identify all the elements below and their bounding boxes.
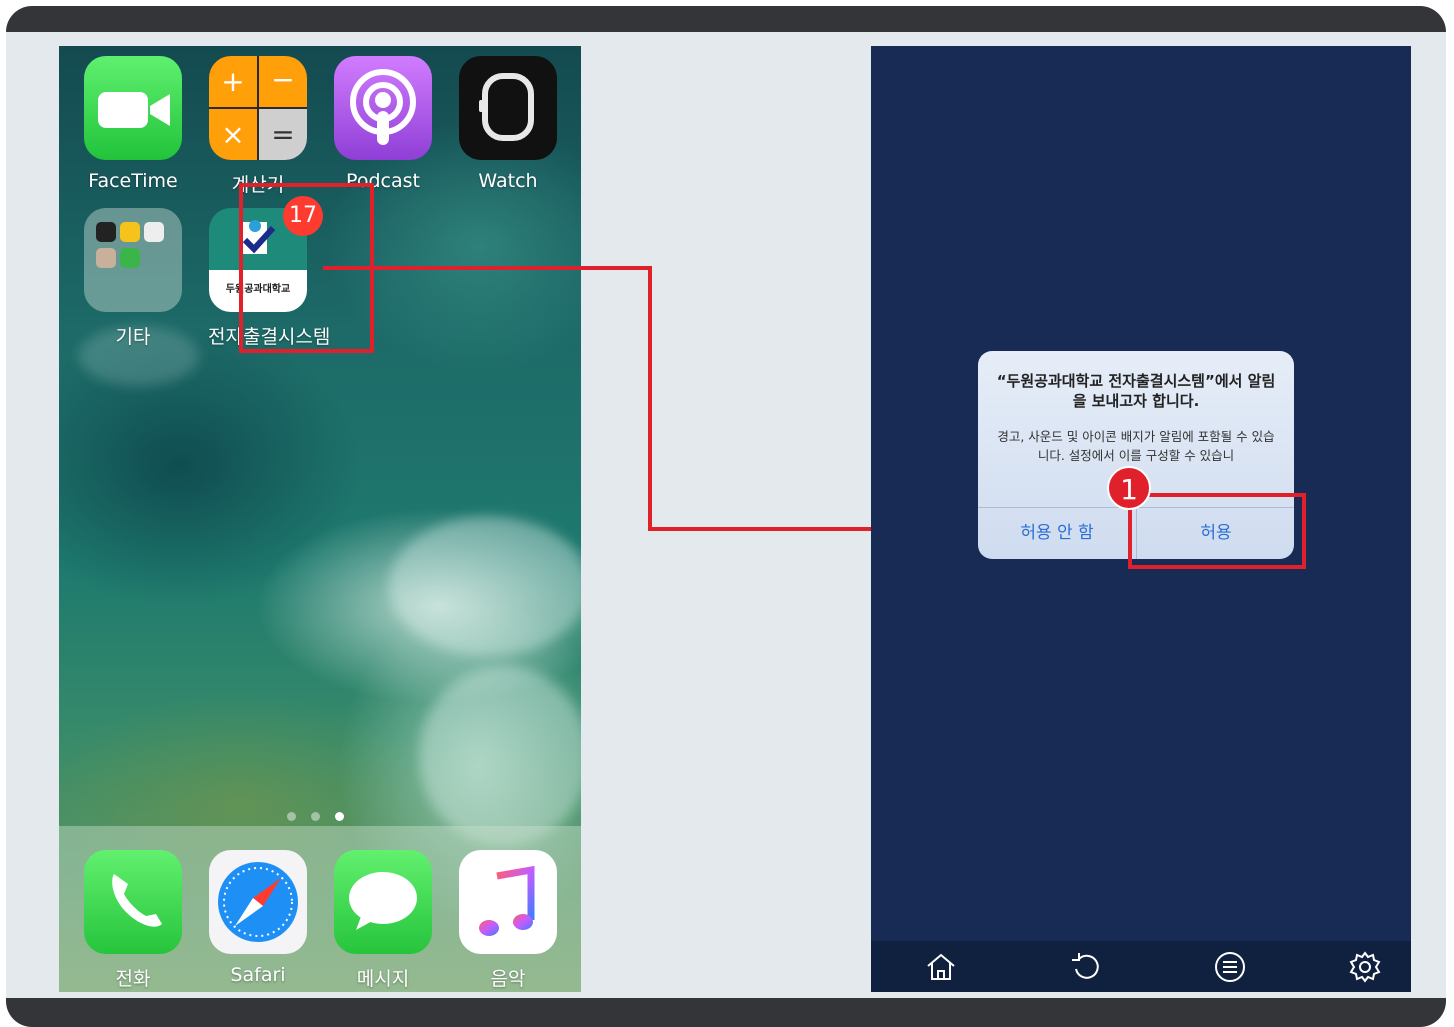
svg-text:−: −: [271, 63, 294, 96]
home-icon[interactable]: [923, 949, 959, 985]
folder-icon: [84, 208, 182, 312]
menu-icon[interactable]: [1212, 949, 1248, 985]
app-calculator[interactable]: + − × = 계산기: [208, 56, 308, 197]
step-number-badge: 1: [1107, 466, 1151, 510]
app-label: 음악: [490, 968, 526, 990]
page-indicator[interactable]: [287, 806, 359, 825]
dialog-message: 경고, 사운드 및 아이콘 배지가 알림에 포함될 수 있습니다. 설정에서 이…: [997, 429, 1275, 463]
page-dot: [311, 812, 320, 821]
svg-text:×: ×: [221, 118, 244, 151]
app-folder-other[interactable]: 기타: [83, 208, 183, 349]
music-icon: [459, 850, 557, 954]
svg-text:=: =: [271, 118, 294, 151]
facetime-icon: [84, 56, 182, 160]
app-label: 전화: [115, 968, 151, 990]
calculator-icon: + − × =: [209, 56, 307, 160]
app-watch[interactable]: Watch: [458, 56, 558, 192]
svg-text:+: +: [221, 65, 244, 98]
page-dot: [287, 812, 296, 821]
messages-icon: [334, 850, 432, 954]
refresh-icon[interactable]: [1069, 949, 1105, 985]
highlight-box-allow: [1128, 493, 1306, 569]
app-label: Safari: [230, 964, 286, 986]
app-label: 메시지: [356, 968, 410, 990]
safari-icon: [209, 850, 307, 954]
wave-foam: [389, 516, 581, 656]
wave-foam: [419, 666, 581, 846]
settings-icon[interactable]: [1347, 949, 1383, 985]
home-screen: FaceTime + − × = 계산기 Podcast Watch 기타 두원…: [59, 46, 581, 992]
podcast-icon: [334, 56, 432, 160]
dock-app-music[interactable]: 음악: [458, 850, 558, 991]
dock-app-phone[interactable]: 전화: [83, 850, 183, 991]
app-label: 기타: [115, 326, 151, 348]
app-facetime[interactable]: FaceTime: [83, 56, 183, 192]
app-label: FaceTime: [88, 170, 178, 192]
page-dot-active: [335, 812, 344, 821]
dock: 전화 Safari 메시지 음악: [59, 826, 581, 992]
phone-icon: [84, 850, 182, 954]
dialog-title: “두원공과대학교 전자출결시스템”에서 알림을 보내고자 합니다.: [996, 372, 1276, 410]
app-label: Watch: [478, 170, 538, 192]
dock-app-safari[interactable]: Safari: [208, 850, 308, 986]
app-screen: “두원공과대학교 전자출결시스템”에서 알림을 보내고자 합니다. 경고, 사운…: [871, 46, 1411, 992]
connector-line: [323, 266, 652, 270]
screenshot-frame: FaceTime + − × = 계산기 Podcast Watch 기타 두원…: [6, 6, 1446, 1027]
canvas: FaceTime + − × = 계산기 Podcast Watch 기타 두원…: [6, 32, 1446, 998]
connector-line: [648, 266, 652, 531]
bottom-toolbar: [871, 941, 1411, 992]
app-podcast[interactable]: Podcast: [333, 56, 433, 192]
dock-app-messages[interactable]: 메시지: [333, 850, 433, 991]
deny-button[interactable]: 허용 안 함: [978, 508, 1136, 559]
watch-icon: [459, 56, 557, 160]
